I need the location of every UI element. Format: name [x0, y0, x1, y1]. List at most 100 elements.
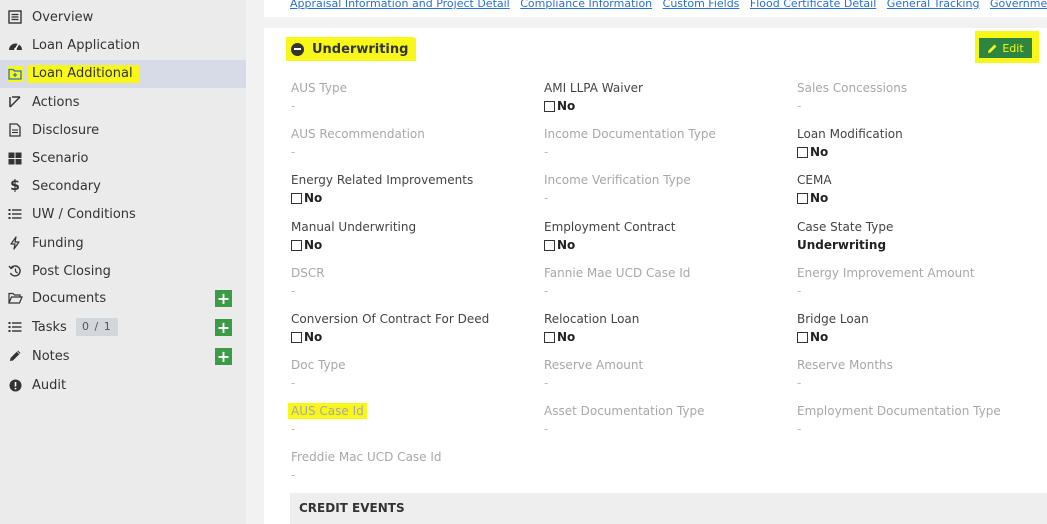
- field-aus-recommendation: AUS Recommendation -: [291, 127, 531, 160]
- field-aus-type: AUS Type -: [291, 81, 531, 114]
- edit-label: Edit: [1002, 41, 1024, 55]
- sidebar-item-post-closing[interactable]: Post Closing: [0, 257, 246, 285]
- field-value: -: [291, 284, 296, 298]
- field-employment-doc-type: Employment Documentation Type -: [797, 404, 1037, 437]
- sidebar-item-secondary[interactable]: $ Secondary: [0, 172, 246, 200]
- field-value: No: [557, 99, 576, 113]
- credit-events-title: CREDIT EVENTS: [299, 501, 405, 515]
- add-task-button[interactable]: +: [215, 319, 232, 336]
- collapse-icon[interactable]: [291, 42, 304, 56]
- add-document-button[interactable]: +: [215, 290, 232, 307]
- sidebar-item-scenario[interactable]: Scenario: [0, 144, 246, 172]
- field-label: AUS Case Id: [288, 403, 367, 419]
- checkbox[interactable]: [797, 331, 808, 343]
- field-loan-modification: Loan Modification No: [797, 127, 1037, 159]
- link-government[interactable]: Government: [990, 0, 1047, 10]
- field-dscr: DSCR -: [291, 266, 531, 299]
- divider: [264, 17, 1047, 28]
- field-label: AMI LLPA Waiver: [544, 81, 643, 95]
- field-value: -: [291, 99, 296, 113]
- sidebar-item-label: Loan Additional: [28, 65, 139, 83]
- underwriting-section-header[interactable]: Underwriting: [286, 37, 417, 61]
- tachometer-icon: [7, 37, 23, 53]
- field-value: -: [544, 284, 549, 298]
- credit-events-header[interactable]: CREDIT EVENTS: [290, 493, 1047, 524]
- sidebar-item-loan-additional[interactable]: Loan Additional: [0, 60, 246, 88]
- checkbox[interactable]: [291, 331, 302, 343]
- add-note-button[interactable]: +: [215, 348, 232, 365]
- field-label: Doc Type: [291, 358, 346, 372]
- link-flood-certificate[interactable]: Flood Certificate Detail: [750, 0, 876, 10]
- checkbox[interactable]: [544, 331, 555, 343]
- sidebar-item-actions[interactable]: Actions: [0, 88, 246, 116]
- field-conversion-contract-for-deed: Conversion Of Contract For Deed No: [291, 312, 531, 344]
- field-label: Reserve Months: [797, 358, 893, 372]
- sidebar-item-disclosure[interactable]: Disclosure: [0, 116, 246, 144]
- field-reserve-months: Reserve Months -: [797, 358, 1037, 391]
- checkbox[interactable]: [797, 146, 808, 158]
- sidebar-item-funding[interactable]: Funding: [0, 229, 246, 257]
- pencil-icon: [7, 348, 23, 364]
- field-value: No: [557, 330, 576, 344]
- field-energy-improvements: Energy Related Improvements No: [291, 173, 531, 205]
- field-value: -: [291, 422, 296, 436]
- link-general-tracking[interactable]: General Tracking: [887, 0, 980, 10]
- edit-button[interactable]: Edit: [979, 38, 1032, 58]
- field-fannie-mae-ucd-case-id: Fannie Mae UCD Case Id -: [544, 266, 784, 299]
- link-appraisal-info[interactable]: Appraisal Information and Project Detail: [290, 0, 510, 10]
- sidebar-item-audit[interactable]: Audit: [0, 371, 246, 399]
- sidebar-item-loan-application[interactable]: Loan Application: [0, 31, 246, 59]
- sidebar-item-overview[interactable]: Overview: [0, 3, 246, 31]
- checkbox[interactable]: [797, 192, 808, 204]
- sidebar-item-documents[interactable]: Documents +: [0, 284, 246, 312]
- field-income-verification-type: Income Verification Type -: [544, 173, 784, 206]
- section-title: Underwriting: [310, 37, 417, 61]
- dollar-icon: $: [10, 178, 20, 194]
- field-energy-improvement-amount: Energy Improvement Amount -: [797, 266, 1037, 299]
- field-employment-contract: Employment Contract No: [544, 220, 784, 252]
- field-freddie-mac-ucd-case-id: Freddie Mac UCD Case Id -: [291, 450, 531, 483]
- checkbox[interactable]: [291, 192, 302, 204]
- field-label: Freddie Mac UCD Case Id: [291, 450, 442, 464]
- sidebar-item-label: UW / Conditions: [32, 206, 136, 222]
- field-bridge-loan: Bridge Loan No: [797, 312, 1037, 344]
- field-manual-underwriting: Manual Underwriting No: [291, 220, 531, 252]
- checkbox[interactable]: [544, 100, 555, 112]
- field-value: -: [544, 422, 549, 436]
- sidebar-item-label: Loan Application: [32, 37, 140, 53]
- field-sales-concessions: Sales Concessions -: [797, 81, 1037, 114]
- field-value: -: [797, 284, 802, 298]
- alert-circle-icon: [7, 377, 23, 393]
- field-reserve-amount: Reserve Amount -: [544, 358, 784, 391]
- link-compliance-info[interactable]: Compliance Information: [520, 0, 652, 10]
- field-value: -: [797, 99, 802, 113]
- field-label: Relocation Loan: [544, 312, 640, 326]
- field-aus-case-id: AUS Case Id -: [288, 403, 531, 437]
- field-label: Case State Type: [797, 220, 894, 234]
- list-alt-icon: [7, 9, 23, 25]
- field-ami-llpa-waiver: AMI LLPA Waiver No: [544, 81, 784, 113]
- field-value: -: [544, 145, 549, 159]
- sidebar-item-notes[interactable]: Notes +: [0, 342, 246, 370]
- field-label: Employment Contract: [544, 220, 676, 234]
- sidebar-item-uw-conditions[interactable]: UW / Conditions: [0, 200, 246, 228]
- field-label: DSCR: [291, 266, 325, 280]
- field-label: Sales Concessions: [797, 81, 908, 95]
- field-label: Asset Documentation Type: [544, 404, 705, 418]
- field-case-state-type: Case State Type Underwriting: [797, 220, 1037, 253]
- sidebar-item-label: Audit: [32, 377, 67, 393]
- field-value: -: [544, 191, 549, 205]
- field-label: Income Documentation Type: [544, 127, 716, 141]
- field-value: No: [810, 145, 829, 159]
- link-custom-fields[interactable]: Custom Fields: [663, 0, 740, 10]
- field-label: AUS Type: [291, 81, 347, 95]
- checkbox[interactable]: [291, 239, 302, 251]
- sidebar-item-label: Notes: [32, 348, 70, 364]
- checkbox[interactable]: [544, 239, 555, 251]
- sidebar-item-label: Scenario: [32, 150, 89, 166]
- sidebar-item-tasks[interactable]: Tasks 0 / 1 +: [0, 313, 246, 341]
- folder-open-icon: [7, 290, 23, 306]
- sidebar-item-label: Documents: [32, 290, 107, 306]
- field-value: -: [544, 376, 549, 390]
- field-label: Bridge Loan: [797, 312, 869, 326]
